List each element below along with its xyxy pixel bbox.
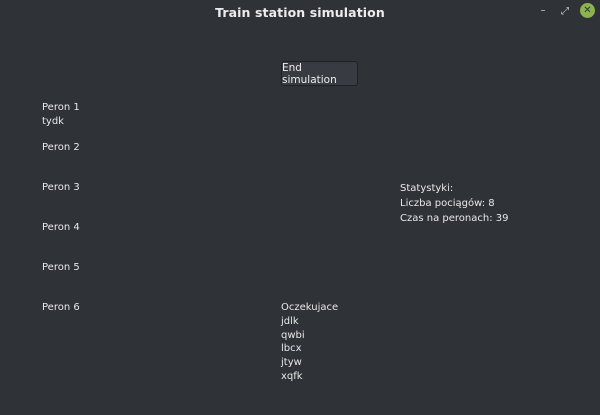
stats-train-count: Liczba pociągów: 8 — [400, 198, 495, 209]
queue-item: jtyw — [281, 357, 302, 369]
stats-platform-time: Czas na peronach: 39 — [400, 213, 509, 224]
platform-1-label: Peron 1 — [42, 102, 80, 113]
minimize-icon[interactable]: – — [535, 2, 551, 18]
title-bar: Train station simulation – ⤢ ✕ — [0, 0, 600, 24]
waiting-queue: Oczekujace jdlk qwbi lbcx jtyw xqfk — [281, 301, 338, 384]
window-title: Train station simulation — [215, 4, 385, 20]
platform-2-label: Peron 2 — [42, 142, 80, 153]
queue-item: qwbi — [281, 329, 305, 341]
end-simulation-button[interactable]: End simulation — [281, 61, 358, 86]
platform-1-train: tydk — [42, 116, 64, 127]
statistics-panel: Statystyki: Liczba pociągów: 8 Czas na p… — [400, 181, 508, 226]
queue-title: Oczekujace — [281, 302, 339, 313]
close-icon[interactable]: ✕ — [580, 3, 595, 18]
platform-4-label: Peron 4 — [42, 222, 80, 233]
platform-5-label: Peron 5 — [42, 262, 80, 273]
platform-3-label: Peron 3 — [42, 182, 80, 193]
maximize-icon[interactable]: ⤢ — [557, 3, 573, 19]
platform-6-label: Peron 6 — [42, 302, 80, 313]
queue-item: jdlk — [281, 315, 299, 327]
queue-item: xqfk — [281, 370, 303, 382]
stats-title: Statystyki: — [400, 183, 454, 194]
queue-item: lbcx — [281, 343, 302, 355]
